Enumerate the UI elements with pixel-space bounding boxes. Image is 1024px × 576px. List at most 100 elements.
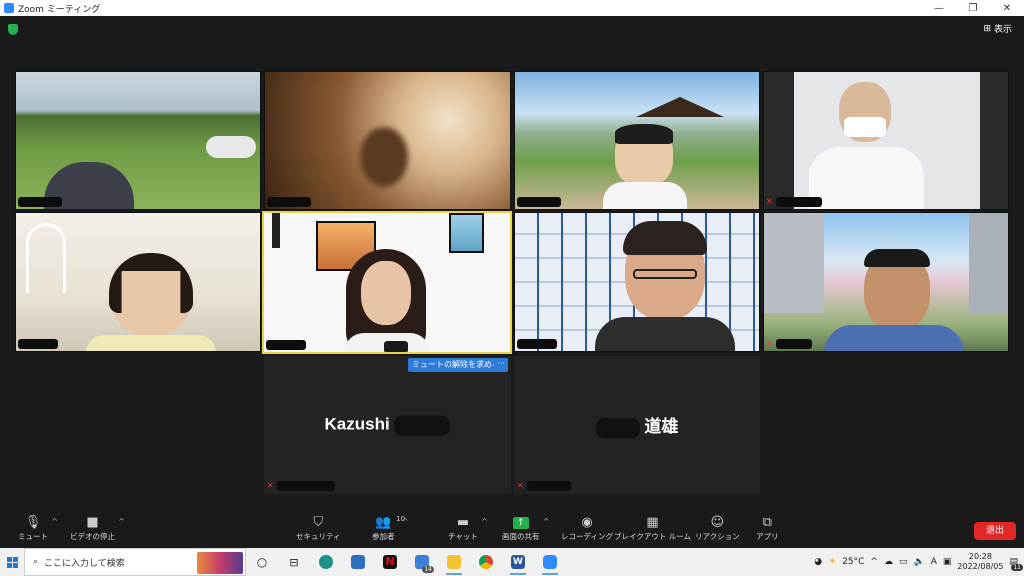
video-tile-blurred[interactable] <box>264 71 511 210</box>
title-bar: Zoom ミーティング — ❐ ✕ <box>0 0 1024 16</box>
chevron-up-icon[interactable]: ^ <box>51 517 58 526</box>
ask-to-unmute-button[interactable]: ミュートの解除を求める <box>408 358 504 372</box>
people-icon[interactable]: ◕ <box>814 557 822 567</box>
search-icon: ⌕ <box>33 557 39 567</box>
zoom-taskbar-app[interactable] <box>534 548 566 576</box>
battery-icon[interactable]: ▭ <box>899 557 908 567</box>
redacted-name-part <box>394 415 451 436</box>
task-view-icon: ⊟ <box>289 555 299 569</box>
blurred-person <box>360 127 408 187</box>
stop-video-button[interactable]: ■ ビデオの停止 ^ <box>70 515 125 542</box>
tent-shape <box>206 136 256 158</box>
chevron-up-icon[interactable]: ^ <box>481 517 488 526</box>
shield-icon: ⛉ <box>313 515 324 530</box>
share-screen-button[interactable]: ↑ 画面の共有 ^ <box>502 515 550 542</box>
chevron-up-icon[interactable]: ^ <box>402 517 409 526</box>
ime-icon[interactable]: ▣ <box>943 557 952 567</box>
person-shirt <box>86 335 216 351</box>
security-shield-icon[interactable] <box>8 24 18 35</box>
cortana-circle-icon: ○ <box>256 555 268 569</box>
participants-button[interactable]: 👥 10 参加者 ^ <box>372 515 409 542</box>
participant-display-name: Kazushi <box>265 415 510 436</box>
maximize-button[interactable]: ❐ <box>956 0 990 16</box>
security-button[interactable]: ⛉ セキュリティ <box>296 515 341 542</box>
notification-badge: 11 <box>1011 564 1023 571</box>
video-tile-backdrop[interactable] <box>514 212 760 352</box>
word-app[interactable]: W <box>502 548 534 576</box>
participant-name-label <box>18 339 58 349</box>
close-button[interactable]: ✕ <box>990 0 1024 16</box>
name-tile-michio[interactable]: 道雄 ✕ <box>514 356 760 494</box>
record-icon: ◉ <box>581 515 593 530</box>
store-app[interactable] <box>342 548 374 576</box>
minimize-button[interactable]: — <box>922 0 956 16</box>
microphone-icon: 🎙 <box>24 515 42 530</box>
arch-shape <box>26 223 66 293</box>
participant-name-label <box>266 340 306 350</box>
task-view-button[interactable]: ⊟ <box>278 548 310 576</box>
more-options-button[interactable]: ··· <box>494 358 508 372</box>
netflix-app[interactable]: N <box>374 548 406 576</box>
start-button[interactable] <box>0 548 24 576</box>
camera-icon: ■ <box>86 515 99 530</box>
explorer-app[interactable] <box>438 548 470 576</box>
volume-icon[interactable]: 🔈 <box>913 557 924 567</box>
record-button[interactable]: ◉ レコーディング <box>561 515 613 542</box>
participant-name-label <box>18 197 62 207</box>
search-highlight-image <box>197 552 243 574</box>
system-tray: ◕ ☀ 25°C ^ ☁ ▭ 🔈 A ▣ 20:28 2022/08/05 ▤ 1… <box>814 552 1024 572</box>
video-tile-street[interactable]: ✕ <box>763 212 1009 352</box>
wall-picture-sea <box>449 213 484 253</box>
leave-meeting-button[interactable]: 退出 <box>974 522 1016 540</box>
zoom-icon <box>543 555 557 569</box>
weather-icon[interactable]: ☀ <box>828 557 836 567</box>
network-icon[interactable]: ☁ <box>884 557 893 567</box>
chrome-icon <box>479 555 493 569</box>
mail-app[interactable]: 14 <box>406 548 438 576</box>
chevron-up-icon[interactable]: ^ <box>118 517 125 526</box>
person-hair <box>623 221 707 255</box>
redacted-name-part <box>595 417 640 438</box>
apps-button[interactable]: ⧉ アプリ <box>756 515 779 542</box>
taskbar-search-box[interactable]: ⌕ ここに入力して検索 <box>24 548 246 576</box>
cortana-button[interactable]: ○ <box>246 548 278 576</box>
name-tile-kazushi[interactable]: Kazushi ✕ <box>264 356 511 494</box>
word-icon: W <box>511 555 525 569</box>
building-left <box>764 213 824 313</box>
smiley-icon: ☺ <box>710 515 725 530</box>
reactions-button[interactable]: ☺ リアクション <box>695 515 740 542</box>
video-tile-office[interactable]: ✕ <box>763 71 1009 210</box>
person-hair <box>615 124 673 144</box>
chrome-app[interactable] <box>470 548 502 576</box>
clock[interactable]: 20:28 2022/08/05 <box>957 552 1003 572</box>
chevron-up-icon[interactable]: ^ <box>870 557 878 567</box>
video-tile-park[interactable] <box>15 71 261 210</box>
person-shirt <box>595 317 735 351</box>
chat-button[interactable]: ▬ チャット ^ <box>448 515 488 542</box>
participant-name-label <box>277 481 335 491</box>
window-title: Zoom ミーティング <box>18 4 101 15</box>
breakout-rooms-button[interactable]: ▦ ブレイクアウト ルーム <box>614 515 691 542</box>
chat-bubble-icon: ▬ <box>456 515 470 530</box>
notification-icon[interactable]: ▤ 11 <box>1009 557 1023 571</box>
participant-name-label <box>776 197 822 207</box>
share-screen-icon: ↑ <box>512 517 529 529</box>
gazebo-roof <box>636 97 724 117</box>
temperature[interactable]: 25°C <box>842 557 864 567</box>
video-tile-hall[interactable] <box>15 212 261 352</box>
windows-taskbar: ⌕ ここに入力して検索 ○ ⊟ N 14 W ◕ ☀ 25°C ^ ☁ ▭ 🔈 … <box>0 548 1024 576</box>
video-tile-active-speaker[interactable] <box>262 211 512 354</box>
chevron-up-icon[interactable]: ^ <box>543 517 550 526</box>
participant-name-label <box>517 197 561 207</box>
participant-display-name: 道雄 <box>515 412 759 438</box>
view-button[interactable]: ⊞ 表示 <box>983 22 1012 36</box>
glasses <box>633 269 697 279</box>
ime-mode[interactable]: A <box>931 557 937 567</box>
mute-button[interactable]: 🎙 ミュート ^ <box>18 515 58 542</box>
video-tile-garden[interactable] <box>514 71 760 210</box>
grid-icon: ⊞ <box>983 23 991 34</box>
edge-app[interactable] <box>310 548 342 576</box>
participant-name-label <box>517 339 557 349</box>
store-icon <box>351 555 365 569</box>
muted-mic-icon: ✕ <box>267 481 274 490</box>
